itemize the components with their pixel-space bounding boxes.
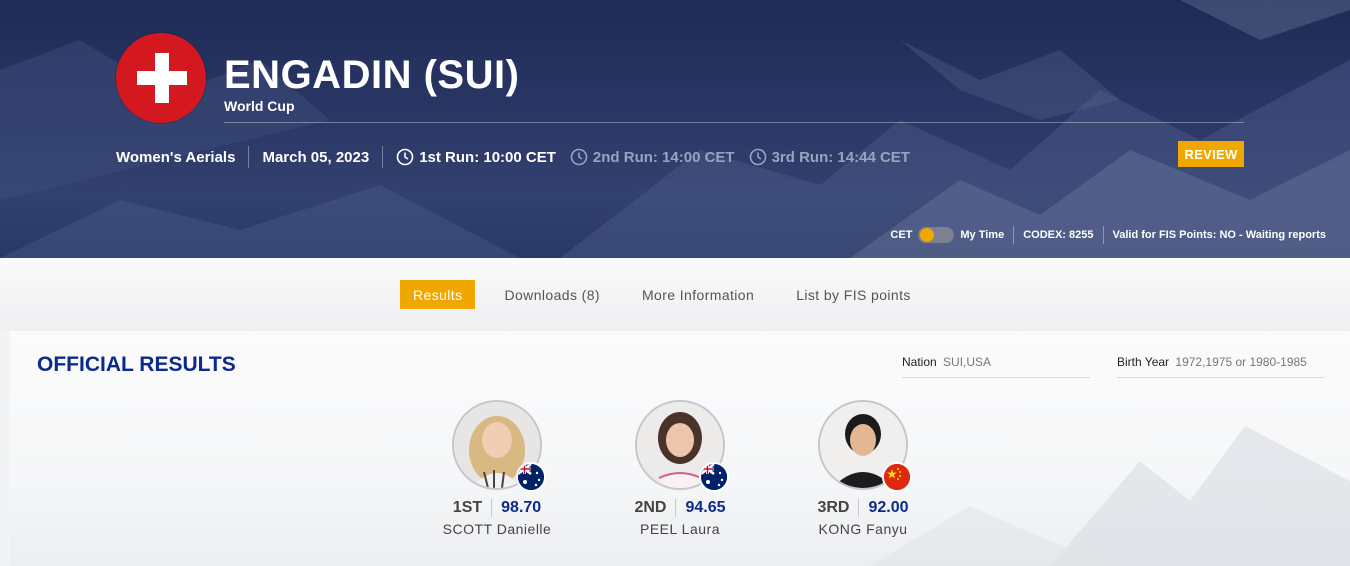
- podium-third[interactable]: 3RD 92.00 KONG Fanyu: [773, 400, 953, 537]
- title-divider: [224, 122, 1244, 123]
- toggle-knob: [920, 228, 935, 242]
- score-value: 98.70: [501, 499, 542, 516]
- avatar[interactable]: [635, 400, 729, 492]
- divider: [1013, 226, 1015, 244]
- fis-points-status: Valid for FIS Points: NO - Waiting repor…: [1112, 229, 1327, 241]
- clock-icon: [570, 148, 588, 166]
- event-info-row: Women's Aerials March 05, 2023 1st Run: …: [116, 146, 924, 168]
- avatar[interactable]: [452, 400, 546, 492]
- rank-score: 2ND 94.65: [590, 498, 770, 518]
- timezone-toggle[interactable]: [918, 227, 955, 243]
- run-1: 1st Run: 10:00 CET: [396, 148, 556, 166]
- tab-list-by-fis-points[interactable]: List by FIS points: [796, 287, 911, 303]
- run-1-label: 1st Run: 10:00 CET: [419, 148, 556, 166]
- swiss-flag-icon: [116, 33, 206, 123]
- divider: [858, 499, 860, 517]
- nation-filter-label: Nation: [902, 355, 937, 369]
- timezone-mytime-label: My Time: [960, 229, 1005, 241]
- avatar[interactable]: [818, 400, 912, 492]
- athlete-name[interactable]: SCOTT Danielle: [407, 521, 587, 537]
- event-header: ENGADIN (SUI) World Cup Women's Aerials …: [0, 0, 1350, 258]
- timezone-cet-label: CET: [890, 229, 913, 241]
- codex-label: CODEX: 8255: [1023, 229, 1094, 241]
- run-2: 2nd Run: 14:00 CET: [570, 148, 735, 166]
- australia-flag-icon: [516, 462, 546, 492]
- run-3: 3rd Run: 14:44 CET: [749, 148, 910, 166]
- score-value: 92.00: [868, 499, 909, 516]
- podium-second[interactable]: 2ND 94.65 PEEL Laura: [590, 400, 770, 537]
- run-2-label: 2nd Run: 14:00 CET: [592, 148, 735, 166]
- clock-icon: [749, 148, 766, 166]
- event-title: ENGADIN (SUI): [224, 53, 520, 97]
- divider: [491, 499, 493, 517]
- event-date: March 05, 2023: [262, 148, 370, 166]
- run-3-label: 3rd Run: 14:44 CET: [771, 148, 910, 166]
- score-value: 94.65: [685, 499, 726, 516]
- rank-label: 3RD: [817, 499, 850, 516]
- rank-label: 1ST: [452, 499, 483, 516]
- china-flag-icon: [882, 462, 912, 492]
- athlete-name[interactable]: KONG Fanyu: [773, 521, 953, 537]
- birth-year-filter-label: Birth Year: [1117, 355, 1170, 369]
- nation-filter-value: SUI,USA: [943, 355, 992, 369]
- official-results-title: OFFICIAL RESULTS: [37, 353, 236, 376]
- mountain-background: [0, 0, 1350, 258]
- tab-results[interactable]: Results: [400, 280, 476, 309]
- birth-year-filter-value: 1972,1975 or 1980-1985: [1175, 355, 1307, 369]
- tab-bar: Results Downloads (8) More Information L…: [400, 280, 953, 309]
- divider: [1102, 226, 1104, 244]
- tab-more-information[interactable]: More Information: [642, 287, 754, 303]
- clock-icon: [396, 148, 414, 166]
- rank-score: 1ST 98.70: [407, 498, 587, 518]
- podium-first[interactable]: 1ST 98.70 SCOTT Danielle: [407, 400, 587, 537]
- australia-flag-icon: [699, 462, 729, 492]
- divider: [248, 146, 250, 168]
- review-status-badge: REVIEW: [1178, 141, 1244, 167]
- rank-score: 3RD 92.00: [773, 498, 953, 518]
- divider: [382, 146, 384, 168]
- athlete-name[interactable]: PEEL Laura: [590, 521, 770, 537]
- birth-year-filter[interactable]: Birth Year 1972,1975 or 1980-1985: [1117, 355, 1324, 378]
- rank-label: 2ND: [634, 499, 667, 516]
- divider: [675, 499, 677, 517]
- nation-filter[interactable]: Nation SUI,USA: [902, 355, 1090, 378]
- meta-row: CET My Time CODEX: 8255 Valid for FIS Po…: [890, 225, 1326, 245]
- discipline-label: Women's Aerials: [116, 148, 236, 166]
- tab-downloads[interactable]: Downloads (8): [504, 287, 599, 303]
- event-subtitle: World Cup: [224, 98, 295, 114]
